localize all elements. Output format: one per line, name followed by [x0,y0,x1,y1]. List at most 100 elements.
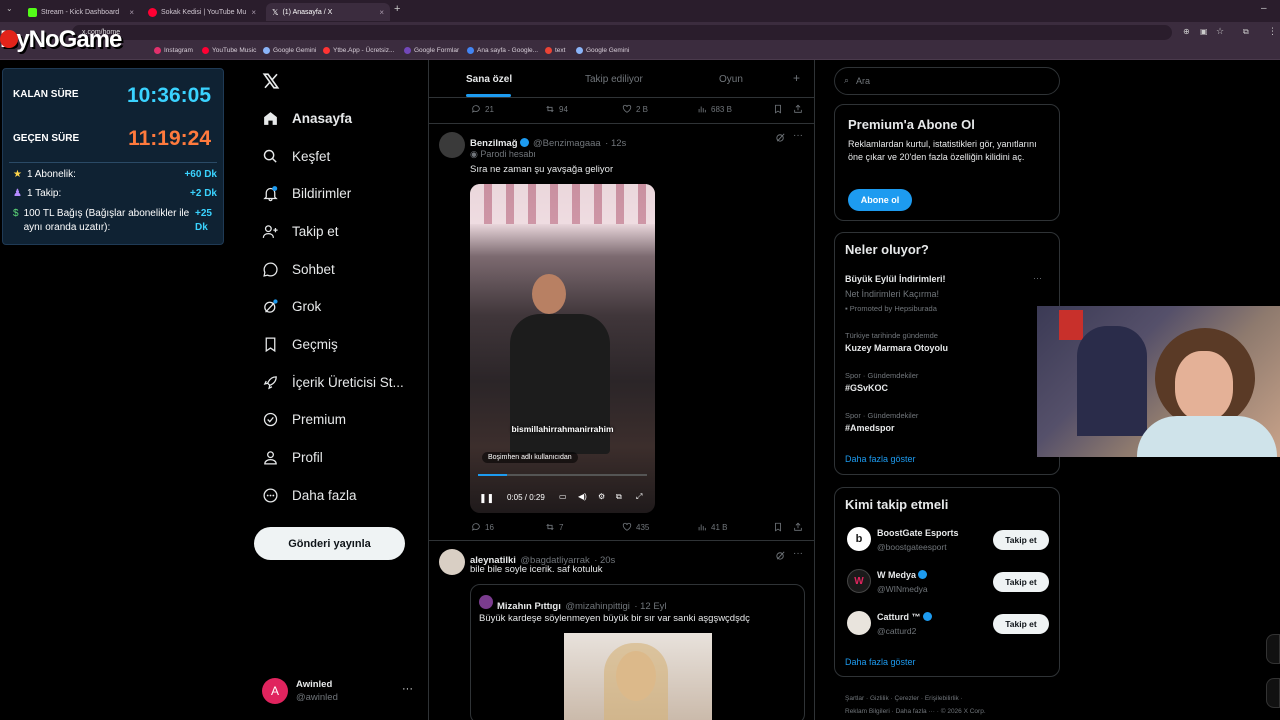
bookmark-text[interactable]: text [545,47,565,54]
trend-name[interactable]: #Amedspor [845,423,895,433]
bookmark-icon[interactable] [773,104,783,114]
fullscreen-icon[interactable]: ⤢ [636,492,642,502]
author-handle[interactable]: @Benzimagaaa [533,138,601,149]
reply-button[interactable]: 21 [471,104,494,114]
close-icon[interactable]: × [129,8,134,17]
add-tab-icon[interactable]: + [793,71,800,85]
video-player[interactable]: bismillahirrahmanirrahim Boşimhen adlı k… [470,184,655,513]
volume-icon[interactable]: ◀) [578,492,587,501]
avatar[interactable] [847,611,871,635]
browser-tab-x[interactable]: 𝕏 (1) Anasayfa / X × [266,3,390,21]
bookmark-youtube-music[interactable]: YouTube Music [202,47,256,54]
more-options-icon[interactable]: ··· [1033,273,1042,283]
avatar[interactable]: b [847,527,871,551]
account-menu-icon[interactable]: ··· [402,683,413,695]
tab-gaming[interactable]: Oyun [719,74,743,85]
like-button[interactable]: 2 B [622,104,648,114]
bookmark-google-home[interactable]: Ana sayfa - Google... [467,47,538,54]
footer-link[interactable]: Reklam Bilgileri [845,708,890,715]
menu-icon[interactable]: ⋮ [1268,26,1277,37]
avatar[interactable]: W [847,569,871,593]
zoom-icon[interactable]: ⊕ [1183,27,1190,36]
views-button[interactable]: 41 B [697,522,727,532]
extensions-icon[interactable]: ⧉ [1243,27,1249,37]
reply-button[interactable]: 16 [471,522,494,532]
footer-link[interactable]: Erişilebilirlik [925,695,959,702]
bookmark-gemini[interactable]: Google Gemini [263,47,316,54]
share-icon[interactable] [793,104,803,114]
account-name[interactable]: BoostGate Esports [877,528,959,538]
avatar[interactable] [439,549,465,575]
grok-icon[interactable] [775,550,786,561]
like-button[interactable]: 435 [622,522,649,532]
account-name[interactable]: W Medya [877,570,928,580]
trend-name[interactable]: #GSvKOC [845,383,888,393]
subscribe-button[interactable]: Abone ol [848,189,912,211]
side-widget[interactable] [1266,678,1280,708]
nav-grok[interactable]: Grok [262,298,321,315]
nav-profile[interactable]: Profil [262,449,323,466]
avatar[interactable] [439,132,465,158]
trend-name[interactable]: Kuzey Marmara Otoyolu [845,343,948,353]
follow-button[interactable]: Takip et [993,572,1049,592]
follow-button[interactable]: Takip et [993,614,1049,634]
video-progress-track[interactable] [478,474,647,476]
repost-button[interactable]: 94 [545,104,568,114]
forms-icon [404,47,411,54]
tab-for-you[interactable]: Sana özel [466,74,512,85]
side-widget[interactable] [1266,634,1280,664]
bookmark-icon[interactable] [773,522,783,532]
browser-tab-youtube-music[interactable]: Sokak Kedisi | YouTube Mu × [142,3,262,21]
minimize-icon[interactable]: – [1261,3,1267,14]
close-icon[interactable]: × [251,8,256,17]
nav-chat[interactable]: Sohbet [262,261,335,278]
nav-creator-studio[interactable]: İçerik Üreticisi St... [262,374,404,391]
nav-home[interactable]: Anasayfa [262,110,352,127]
follow-button[interactable]: Takip et [993,530,1049,550]
show-more-link[interactable]: Daha fazla göster [845,657,916,667]
pip-icon[interactable]: ⧉ [616,492,622,502]
bookmark-instagram[interactable]: Instagram [154,47,193,54]
footer-link[interactable]: Çerezler [895,695,920,702]
address-bar[interactable]: x.com/home [72,25,1172,40]
footer-link[interactable]: Şartlar [845,695,864,702]
show-more-link[interactable]: Daha fazla göster [845,454,916,464]
bookmark-google-forms[interactable]: Google Formlar [404,47,459,54]
nav-explore[interactable]: Keşfet [262,148,330,165]
nav-follow[interactable]: Takip et [262,223,339,240]
search-input[interactable]: ⌕ Ara [834,67,1060,95]
footer-link[interactable]: Gizlilik [870,695,889,702]
nav-bookmarks[interactable]: Geçmiş [262,336,338,353]
pause-icon[interactable]: ❚❚ [479,493,494,504]
new-tab-button[interactable]: + [394,3,400,15]
star-icon[interactable]: ☆ [1216,26,1224,37]
tab-following[interactable]: Takip ediliyor [585,74,643,85]
settings-icon[interactable]: ⚙ [598,492,605,501]
post-time[interactable]: · 12s [605,138,626,149]
nav-premium[interactable]: Premium [262,411,346,428]
nav-notifications[interactable]: Bildirimler [262,185,351,202]
nav-more[interactable]: Daha fazla [262,487,357,504]
grok-icon[interactable] [775,132,786,143]
browser-tab-kick[interactable]: Stream - Kick Dashboard × [22,3,140,21]
more-options-icon[interactable]: ··· [793,548,803,559]
share-icon[interactable] [793,522,803,532]
captions-icon[interactable]: ▭ [559,492,567,501]
close-icon[interactable]: × [379,8,384,17]
account-name[interactable]: Awinled [296,679,332,690]
repost-button[interactable]: 7 [545,522,563,532]
more-options-icon[interactable]: ··· [793,130,803,141]
tab-list-icon[interactable]: ⌄ [6,4,13,13]
quoted-tweet[interactable]: Mizahın Pıttıgı @mizahinpittigi · 12 Eyl… [470,584,805,720]
post-button[interactable]: Gönderi yayınla [254,527,405,560]
footer-link[interactable]: Daha fazla ··· [896,708,935,715]
bookmark-gemini-2[interactable]: Google Gemini [576,47,629,54]
author-name[interactable]: Benzilmağ [470,138,518,149]
x-logo-icon[interactable] [262,72,280,90]
views-button[interactable]: 683 B [697,104,732,114]
install-icon[interactable]: ▣ [1200,27,1208,36]
bookmark-ytbe[interactable]: Ytbe.App - Ücretsiz... [323,47,394,54]
account-avatar[interactable]: A [262,678,288,704]
promo-name[interactable]: Büyük Eylül İndirimleri! [845,274,946,284]
account-name[interactable]: Catturd ™ [877,612,932,622]
